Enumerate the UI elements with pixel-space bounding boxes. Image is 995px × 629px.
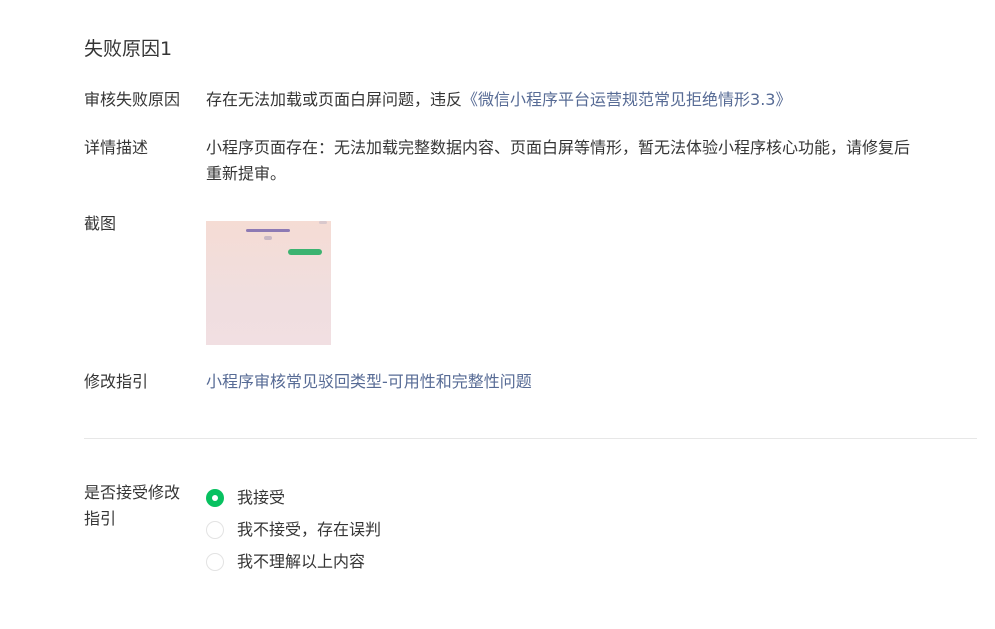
guide-label: 修改指引: [84, 372, 149, 391]
accept-label-line1: 是否接受修改: [84, 483, 181, 502]
radio-checked-icon[interactable]: [206, 489, 224, 507]
radio-option-reject[interactable]: 我不接受，存在误判: [206, 514, 381, 546]
accept-label: 是否接受修改 指引: [84, 480, 196, 532]
thumb-status-mark: [319, 221, 327, 224]
thumb-loading-mark: [264, 236, 272, 240]
radio-option-label: 我接受: [237, 488, 286, 507]
policy-link[interactable]: 《微信小程序平台运营规范常见拒绝情形3.3》: [462, 90, 791, 109]
accept-label-line2: 指引: [84, 509, 117, 528]
radio-unchecked-icon[interactable]: [206, 553, 224, 571]
detail-text-line2: 重新提审。: [206, 164, 287, 183]
radio-option-not-understand[interactable]: 我不理解以上内容: [206, 546, 381, 578]
radio-option-label: 我不接受，存在误判: [237, 520, 382, 539]
audit-reason-value: 存在无法加载或页面白屏问题，违反《微信小程序平台运营规范常见拒绝情形3.3》: [206, 87, 977, 113]
thumb-title-bar: [246, 229, 290, 232]
audit-reason-label: 审核失败原因: [84, 90, 181, 109]
detail-value: 小程序页面存在：无法加载完整数据内容、页面白屏等情形，暂无法体验小程序核心功能，…: [206, 135, 977, 187]
radio-unchecked-icon[interactable]: [206, 521, 224, 539]
radio-option-accept[interactable]: 我接受: [206, 482, 381, 514]
thumb-green-button: [288, 249, 322, 255]
detail-label: 详情描述: [84, 138, 149, 157]
radio-option-label: 我不理解以上内容: [237, 552, 366, 571]
section-title: 失败原因1: [84, 38, 173, 60]
guide-value: 小程序审核常见驳回类型-可用性和完整性问题: [206, 369, 977, 395]
screenshot-thumbnail[interactable]: [206, 221, 331, 345]
detail-row: 详情描述 小程序页面存在：无法加载完整数据内容、页面白屏等情形，暂无法体验小程序…: [84, 135, 977, 191]
accept-radio-group: 我接受 我不接受，存在误判 我不理解以上内容: [206, 482, 381, 578]
screenshot-row: 截图: [84, 211, 977, 351]
detail-text-line1: 小程序页面存在：无法加载完整数据内容、页面白屏等情形，暂无法体验小程序核心功能，…: [206, 138, 911, 157]
divider: [84, 438, 977, 439]
screenshot-label: 截图: [84, 214, 117, 233]
guide-link[interactable]: 小程序审核常见驳回类型-可用性和完整性问题: [206, 372, 532, 391]
audit-reason-text: 存在无法加载或页面白屏问题，违反: [206, 90, 463, 109]
